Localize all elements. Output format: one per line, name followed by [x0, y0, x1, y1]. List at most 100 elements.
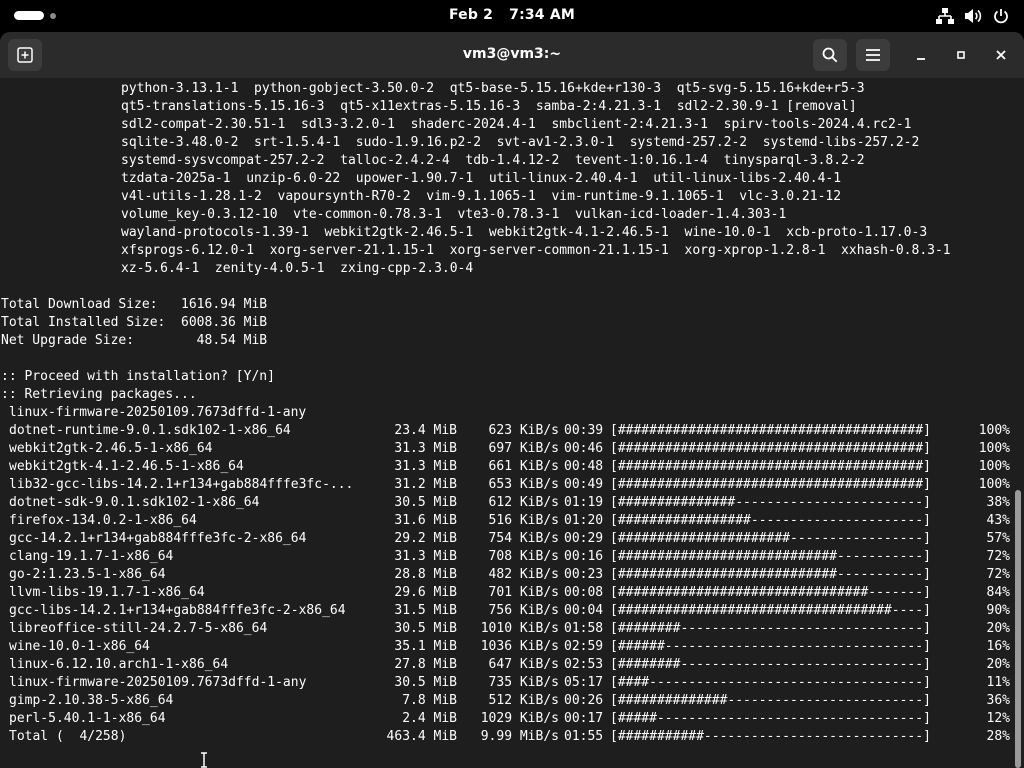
- minimize-button[interactable]: [904, 39, 938, 71]
- download-name: dotnet-sdk-9.0.1.sdk102-1-x86_64: [9, 495, 260, 510]
- install-prompt-line: :: Proceed with installation? [Y/n]: [1, 369, 275, 384]
- download-progress-bar: [#######################################…: [610, 423, 931, 438]
- download-percent: 100%: [978, 441, 1010, 456]
- first-package-line: linux-firmware-20250109.7673dffd-1-any: [1, 405, 307, 420]
- package-list-line: tzdata-2025a-1 unzip-6.0-22 upower-1.90.…: [121, 171, 842, 186]
- download-rate: 512 KiB/s: [488, 693, 559, 708]
- download-rate: 754 KiB/s: [488, 531, 559, 546]
- download-eta: 00:48: [564, 459, 604, 474]
- download-size-line: Total Download Size: 1616.94 MiB: [1, 297, 268, 312]
- terminal-scrollbar[interactable]: [1012, 78, 1024, 768]
- download-progress-bar: [########-------------------------------…: [610, 657, 931, 672]
- download-rate: 1036 KiB/s: [480, 639, 559, 654]
- download-rate: 612 KiB/s: [488, 495, 559, 510]
- package-list-line: wayland-protocols-1.39-1 webkit2gtk-2.46…: [121, 225, 928, 240]
- download-rate: 482 KiB/s: [488, 567, 559, 582]
- minimize-icon: [917, 58, 925, 60]
- network-icon[interactable]: [936, 7, 954, 25]
- package-list-line: qt5-translations-5.15.16-3 qt5-x11extras…: [121, 99, 857, 114]
- download-progress-bar: [#####----------------------------------…: [610, 711, 931, 726]
- download-percent: 100%: [978, 423, 1010, 438]
- download-eta: 00:04: [564, 603, 604, 618]
- package-list-line: python-3.13.1-1 python-gobject-3.50.0-2 …: [121, 81, 865, 96]
- download-eta: 00:39: [564, 423, 604, 438]
- terminal-headerbar: vm3@vm3:~: [0, 32, 1024, 78]
- download-percent: 28%: [986, 729, 1010, 744]
- package-list-line: xz-5.6.4-1 zenity-4.0.5-1 zxing-cpp-2.3.…: [121, 261, 474, 276]
- download-progress-bar: [######---------------------------------…: [610, 639, 931, 654]
- scrollbar-thumb[interactable]: [1015, 490, 1021, 768]
- download-size: 30.5 MiB: [394, 675, 457, 690]
- download-size: 31.6 MiB: [394, 513, 457, 528]
- download-name: gimp-2.10.38-5-x86_64: [9, 693, 174, 708]
- download-size: 31.3 MiB: [394, 459, 457, 474]
- download-size: 23.4 MiB: [394, 423, 457, 438]
- download-progress-bar: [########-------------------------------…: [610, 621, 931, 636]
- download-rate: 701 KiB/s: [488, 585, 559, 600]
- menu-button[interactable]: [856, 39, 890, 71]
- download-name: firefox-134.0.2-1-x86_64: [9, 513, 197, 528]
- download-percent: 20%: [986, 621, 1010, 636]
- download-eta: 00:16: [564, 549, 604, 564]
- download-progress-bar: [############################-----------…: [610, 549, 931, 564]
- package-list-line: v4l-utils-1.28.1-2 vapoursynth-R70-2 vim…: [121, 189, 842, 204]
- upgrade-size-line: Net Upgrade Size: 48.54 MiB: [1, 333, 268, 348]
- download-name: lib32-gcc-libs-14.2.1+r134+gab884fffe3fc…: [9, 477, 354, 492]
- download-eta: 00:23: [564, 567, 604, 582]
- download-size: 28.8 MiB: [394, 567, 457, 582]
- download-progress-bar: [#######################################…: [610, 459, 931, 474]
- download-name: perl-5.40.1-1-x86_64: [9, 711, 166, 726]
- package-list-line: sqlite-3.48.0-2 srt-1.5.4-1 sudo-1.9.16.…: [121, 135, 920, 150]
- package-list-line: xfsprogs-6.12.0-1 xorg-server-21.1.15-1 …: [121, 243, 951, 258]
- download-eta: 00:17: [564, 711, 604, 726]
- download-size: 7.8 MiB: [402, 693, 457, 708]
- search-button[interactable]: [813, 39, 847, 71]
- download-rate: 516 KiB/s: [488, 513, 559, 528]
- maximize-button[interactable]: [944, 39, 978, 71]
- download-percent: 43%: [986, 513, 1010, 528]
- download-percent: 72%: [986, 567, 1010, 582]
- menu-icon: [866, 49, 880, 61]
- download-size: 27.8 MiB: [394, 657, 457, 672]
- download-rate: 623 KiB/s: [488, 423, 559, 438]
- download-rate: 708 KiB/s: [488, 549, 559, 564]
- download-size: 30.5 MiB: [394, 495, 457, 510]
- download-percent: 38%: [986, 495, 1010, 510]
- download-rate: 647 KiB/s: [488, 657, 559, 672]
- top-bar: Feb 2 7:34 AM: [0, 0, 1024, 32]
- volume-icon[interactable]: [964, 7, 982, 25]
- download-progress-bar: [###########----------------------------…: [610, 729, 931, 744]
- package-list-line: systemd-sysvcompat-257.2-2 talloc-2.4.2-…: [121, 153, 865, 168]
- download-size: 2.4 MiB: [402, 711, 457, 726]
- download-eta: 01:19: [564, 495, 604, 510]
- download-percent: 90%: [986, 603, 1010, 618]
- download-name: clang-19.1.7-1-x86_64: [9, 549, 174, 564]
- download-size: 31.2 MiB: [394, 477, 457, 492]
- download-progress-bar: [######################-----------------…: [610, 531, 931, 546]
- download-eta: 00:49: [564, 477, 604, 492]
- download-size: 29.6 MiB: [394, 585, 457, 600]
- clock-time: 7:34 AM: [509, 7, 575, 23]
- download-name: wine-10.0-1-x86_64: [9, 639, 150, 654]
- download-eta: 01:55: [564, 729, 604, 744]
- download-size: 35.1 MiB: [394, 639, 457, 654]
- download-eta: 02:59: [564, 639, 604, 654]
- download-name: gcc-14.2.1+r134+gab884fffe3fc-2-x86_64: [9, 531, 307, 546]
- download-rate: 756 KiB/s: [488, 603, 559, 618]
- download-progress-bar: [###############------------------------…: [610, 495, 931, 510]
- download-progress-bar: [####-----------------------------------…: [610, 675, 931, 690]
- download-name: dotnet-runtime-9.0.1.sdk102-1-x86_64: [9, 423, 291, 438]
- package-list-line: sdl2-compat-2.30.51-1 sdl3-3.2.0-1 shade…: [121, 117, 912, 132]
- download-eta: 01:58: [564, 621, 604, 636]
- clock[interactable]: Feb 2 7:34 AM: [0, 7, 1024, 23]
- download-size: 31.3 MiB: [394, 441, 457, 456]
- download-size: 29.2 MiB: [394, 531, 457, 546]
- terminal-output[interactable]: python-3.13.1-1 python-gobject-3.50.0-2 …: [0, 78, 1012, 768]
- download-progress-bar: [###################################----…: [610, 603, 931, 618]
- download-eta: 00:29: [564, 531, 604, 546]
- power-icon[interactable]: [992, 7, 1010, 25]
- download-size: 31.5 MiB: [394, 603, 457, 618]
- system-tray[interactable]: [936, 7, 1010, 25]
- download-size: 463.4 MiB: [386, 729, 457, 744]
- close-button[interactable]: [984, 39, 1018, 71]
